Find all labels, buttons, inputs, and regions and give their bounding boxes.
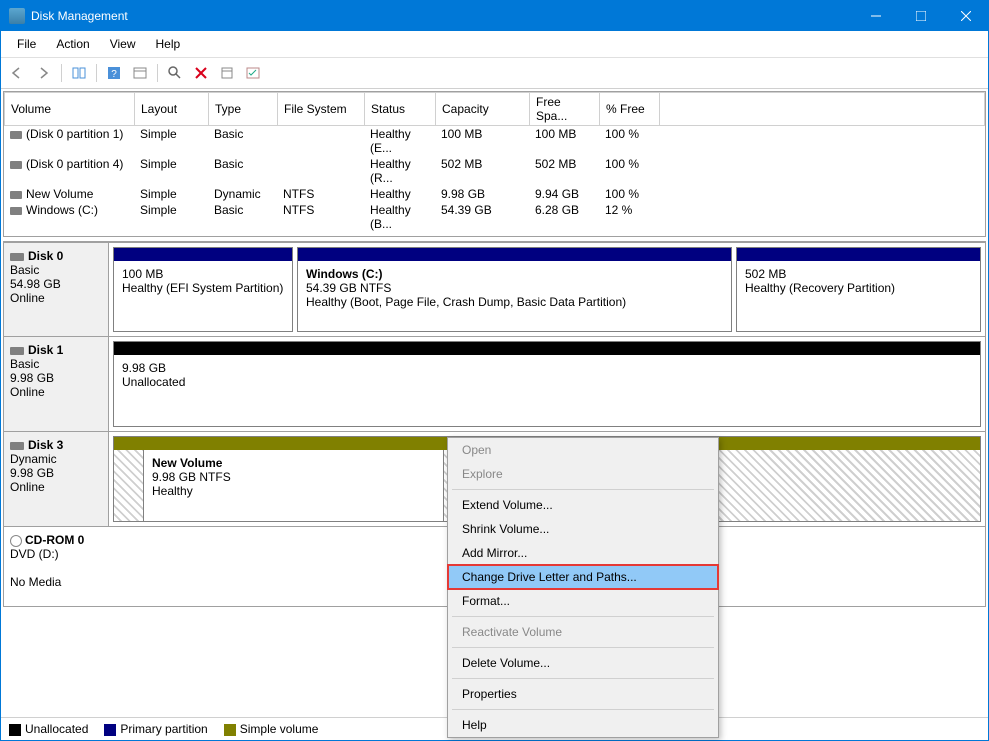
svg-text:?: ? xyxy=(111,69,117,80)
delete-button[interactable] xyxy=(190,62,212,84)
forward-button[interactable] xyxy=(33,62,55,84)
partition-stripe xyxy=(298,248,731,261)
ctx-explore: Explore xyxy=(448,462,718,486)
context-menu: Open Explore Extend Volume... Shrink Vol… xyxy=(447,437,719,738)
titlebar: Disk Management xyxy=(1,1,988,31)
close-button[interactable] xyxy=(943,1,988,31)
disk-label[interactable]: CD-ROM 0 DVD (D:) No Media xyxy=(4,527,109,606)
maximize-button[interactable] xyxy=(898,1,943,31)
toolbar-sep xyxy=(157,64,158,82)
partition[interactable]: 100 MBHealthy (EFI System Partition) xyxy=(113,247,293,332)
ctx-reactivate-volume: Reactivate Volume xyxy=(448,620,718,644)
properties-button[interactable] xyxy=(216,62,238,84)
partition-stripe xyxy=(114,342,980,355)
ctx-sep xyxy=(452,647,714,648)
menu-file[interactable]: File xyxy=(7,33,46,55)
partition-stripe xyxy=(737,248,980,261)
ctx-sep xyxy=(452,709,714,710)
help-button[interactable]: ? xyxy=(103,62,125,84)
volume-list: Volume Layout Type File System Status Ca… xyxy=(3,91,986,237)
ctx-format[interactable]: Format... xyxy=(448,589,718,613)
cdrom-icon xyxy=(10,535,22,547)
minimize-button[interactable] xyxy=(853,1,898,31)
ctx-sep xyxy=(452,489,714,490)
col-status[interactable]: Status xyxy=(365,93,436,126)
ctx-delete-volume[interactable]: Delete Volume... xyxy=(448,651,718,675)
col-pctfree[interactable]: % Free xyxy=(600,93,660,126)
app-icon xyxy=(9,8,25,24)
table-row[interactable]: Windows (C:)SimpleBasicNTFSHealthy (B...… xyxy=(4,202,985,232)
disk-row-0: Disk 0 Basic 54.98 GB Online 100 MBHealt… xyxy=(3,242,986,337)
legend-unallocated: Unallocated xyxy=(9,722,88,736)
menu-view[interactable]: View xyxy=(100,33,146,55)
toolbar: ? xyxy=(1,58,988,89)
menu-help[interactable]: Help xyxy=(146,33,191,55)
table-row[interactable]: New VolumeSimpleDynamicNTFSHealthy9.98 G… xyxy=(4,186,985,202)
ctx-add-mirror[interactable]: Add Mirror... xyxy=(448,541,718,565)
col-spacer xyxy=(660,93,985,126)
ctx-sep xyxy=(452,616,714,617)
ctx-extend-volume[interactable]: Extend Volume... xyxy=(448,493,718,517)
window-controls xyxy=(853,1,988,31)
volume-icon xyxy=(10,131,22,139)
disk-label[interactable]: Disk 0 Basic 54.98 GB Online xyxy=(4,243,109,336)
partition-stripe xyxy=(114,248,292,261)
disk-icon xyxy=(10,442,24,450)
partition-unallocated[interactable]: 9.98 GBUnallocated xyxy=(113,341,981,427)
column-header-row: Volume Layout Type File System Status Ca… xyxy=(5,93,985,126)
col-filesystem[interactable]: File System xyxy=(278,93,365,126)
legend-simple: Simple volume xyxy=(224,722,319,736)
partition[interactable]: Windows (C:)54.39 GB NTFSHealthy (Boot, … xyxy=(297,247,732,332)
col-type[interactable]: Type xyxy=(209,93,278,126)
table-row[interactable]: (Disk 0 partition 1)SimpleBasicHealthy (… xyxy=(4,126,985,156)
toolbar-sep xyxy=(96,64,97,82)
partition[interactable]: 502 MBHealthy (Recovery Partition) xyxy=(736,247,981,332)
disk-icon xyxy=(10,253,24,261)
ctx-sep xyxy=(452,678,714,679)
volume-icon xyxy=(10,207,22,215)
disk-label[interactable]: Disk 3 Dynamic 9.98 GB Online xyxy=(4,432,109,526)
ctx-open: Open xyxy=(448,438,718,462)
menu-action[interactable]: Action xyxy=(46,33,99,55)
col-layout[interactable]: Layout xyxy=(135,93,209,126)
options-button[interactable] xyxy=(242,62,264,84)
disk-row-1: Disk 1 Basic 9.98 GB Online 9.98 GBUnall… xyxy=(3,337,986,432)
legend-primary: Primary partition xyxy=(104,722,207,736)
ctx-change-drive-letter[interactable]: Change Drive Letter and Paths... xyxy=(448,565,718,589)
show-hide-button[interactable] xyxy=(68,62,90,84)
menubar: File Action View Help xyxy=(1,31,988,58)
toolbar-sep xyxy=(61,64,62,82)
disk-label[interactable]: Disk 1 Basic 9.98 GB Online xyxy=(4,337,109,431)
ctx-shrink-volume[interactable]: Shrink Volume... xyxy=(448,517,718,541)
col-capacity[interactable]: Capacity xyxy=(436,93,530,126)
volume-icon xyxy=(10,161,22,169)
volume-icon xyxy=(10,191,22,199)
settings-button[interactable] xyxy=(129,62,151,84)
col-freespace[interactable]: Free Spa... xyxy=(530,93,600,126)
table-row[interactable]: (Disk 0 partition 4)SimpleBasicHealthy (… xyxy=(4,156,985,186)
refresh-button[interactable] xyxy=(164,62,186,84)
window-title: Disk Management xyxy=(31,9,853,23)
back-button[interactable] xyxy=(7,62,29,84)
disk-icon xyxy=(10,347,24,355)
col-volume[interactable]: Volume xyxy=(5,93,135,126)
ctx-properties[interactable]: Properties xyxy=(448,682,718,706)
ctx-help[interactable]: Help xyxy=(448,713,718,737)
